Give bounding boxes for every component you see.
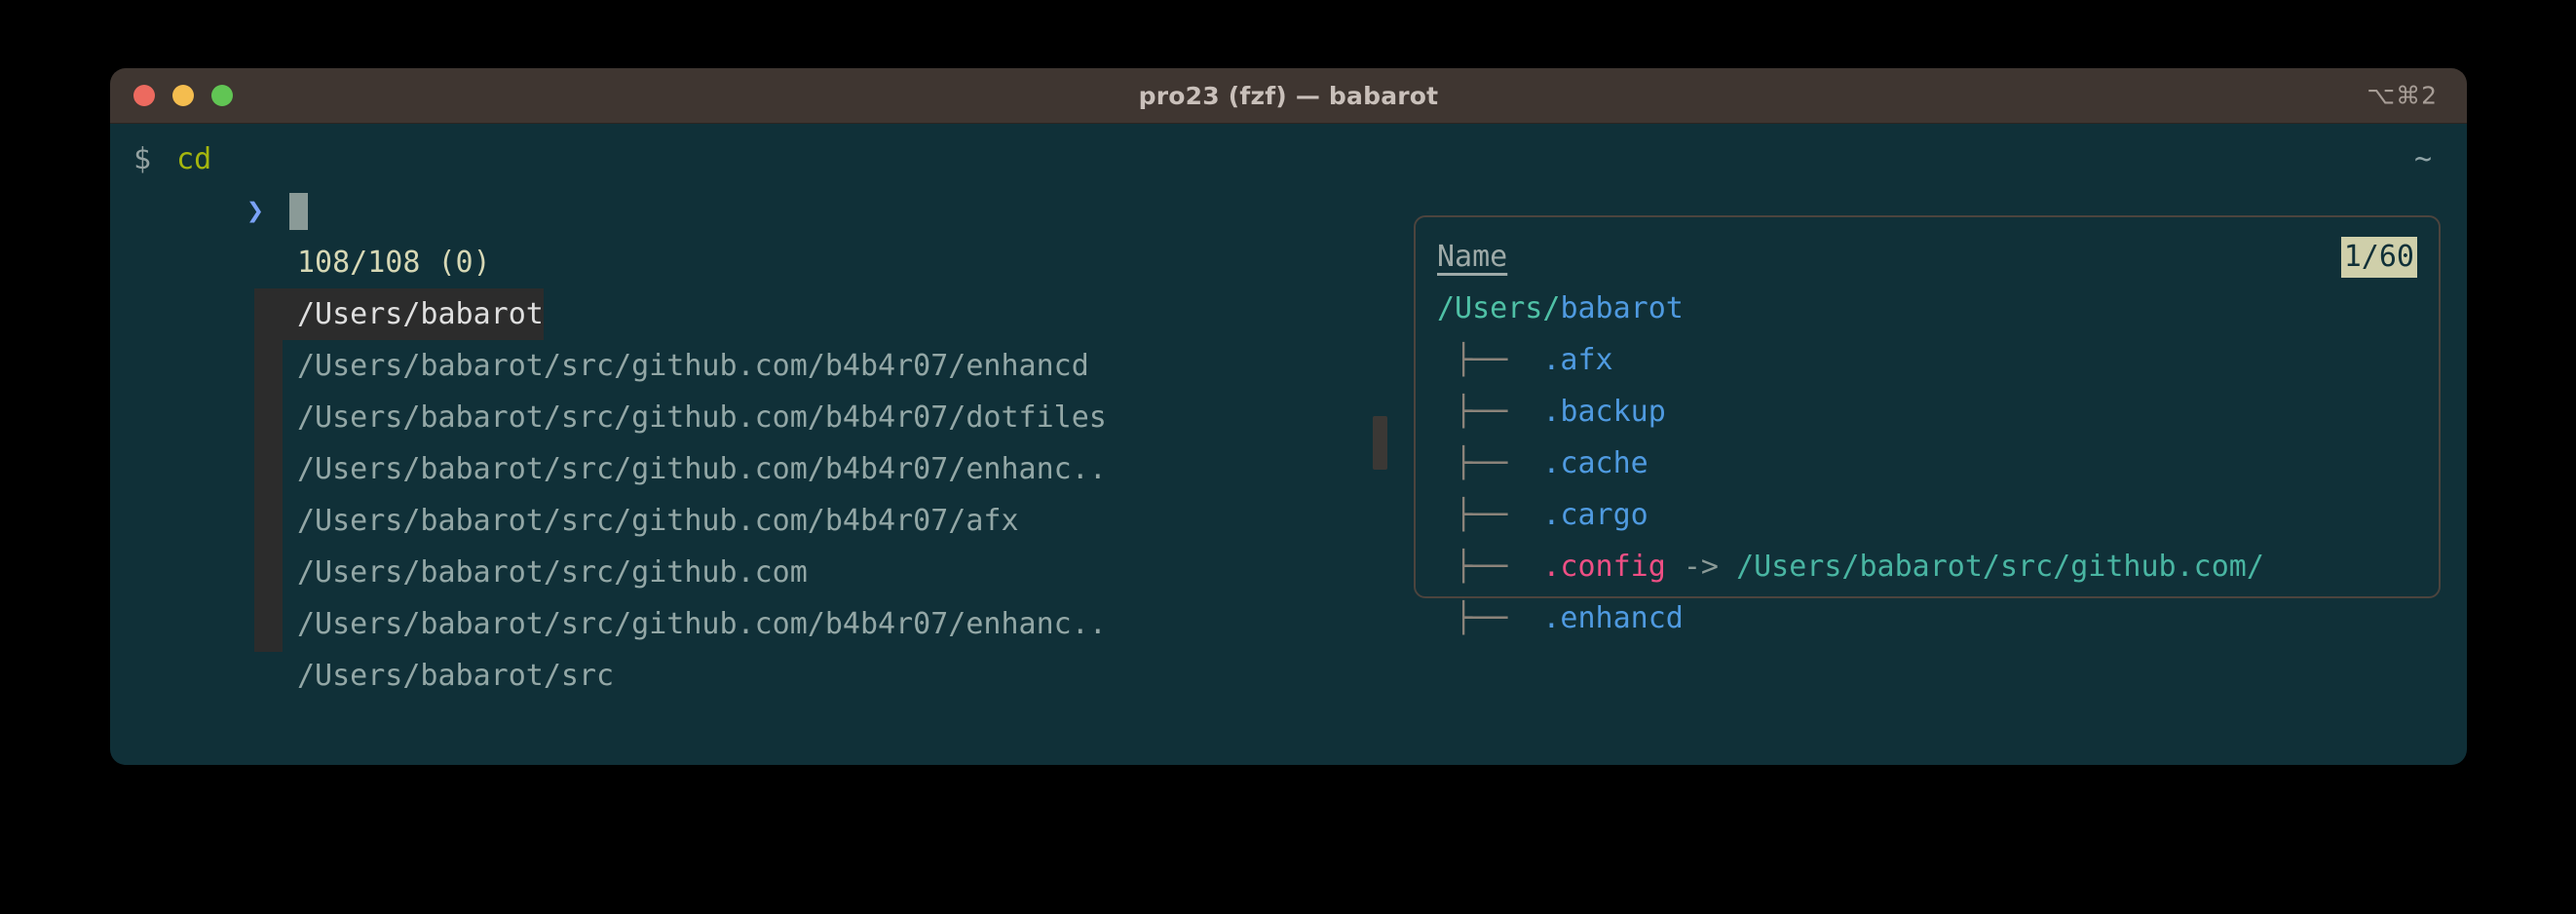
list-item-path: /Users/babarot/src/github.com <box>297 555 808 590</box>
list-item[interactable]: /Users/babarot/src/github.com/b4b4r07/do… <box>110 392 1347 443</box>
preview-position-badge: 1/60 <box>2340 236 2417 278</box>
shell-command-line: $ cd ~ <box>110 133 2467 185</box>
tree-root-name: babarot <box>1560 291 1684 325</box>
list-item[interactable]: /Users/babarot/src/github.com/b4b4r07/en… <box>110 443 1347 495</box>
tree-entry-name: .cargo <box>1542 498 1648 532</box>
terminal-body[interactable]: $ cd ~ ❯ 108/108 (0) ▶/Users/babarot/Use… <box>110 124 2467 765</box>
list-item-path: /Users/babarot/src/github.com/b4b4r07/en… <box>297 607 1107 641</box>
list-item-path: /Users/babarot <box>254 288 544 340</box>
screen: pro23 (fzf) — babarot ⌥⌘2 $ cd ~ ❯ 108/1… <box>0 0 2576 914</box>
tree-root-prefix: /Users/ <box>1437 291 1561 325</box>
tree-branch-icon: ├── <box>1437 446 1543 480</box>
tree-entry: ├── .backup <box>1437 386 2417 438</box>
window-title: pro23 (fzf) — babarot <box>1138 81 1439 110</box>
tree-entry-name: .cache <box>1542 446 1648 480</box>
text-cursor <box>289 192 309 230</box>
list-item-path: /Users/babarot/src/github.com/b4b4r07/do… <box>297 400 1107 435</box>
list-item-path: /Users/babarot/src/github.com/b4b4r07/en… <box>297 452 1107 486</box>
tree-entry: ├── .cargo <box>1437 489 2417 541</box>
list-item-path: /Users/babarot/src/github.com/b4b4r07/en… <box>297 349 1089 383</box>
fzf-result-list[interactable]: ▶/Users/babarot/Users/babarot/src/github… <box>110 288 1347 702</box>
terminal-window: pro23 (fzf) — babarot ⌥⌘2 $ cd ~ ❯ 108/1… <box>110 68 2467 765</box>
tree-entry-name: .backup <box>1542 395 1666 429</box>
shell-prompt-sigil: $ <box>133 142 152 176</box>
tree-branch-icon: ├── <box>1437 601 1543 635</box>
tree-branch-icon: ├── <box>1437 550 1543 584</box>
tree-entry: ├── .config -> /Users/babarot/src/github… <box>1437 541 2417 592</box>
list-item-path: /Users/babarot/src <box>297 659 615 693</box>
preview-header: Name 1/60 <box>1437 231 2417 283</box>
tree-entry-name: .enhancd <box>1542 601 1684 635</box>
minimize-button[interactable] <box>172 85 194 106</box>
list-item-path: /Users/babarot/src/github.com/b4b4r07/af… <box>297 504 1019 538</box>
preview-column-header: Name <box>1437 240 1508 274</box>
tree-entry: ├── .enhancd <box>1437 592 2417 644</box>
list-item[interactable]: /Users/babarot/src/github.com/b4b4r07/af… <box>110 495 1347 547</box>
fzf-query-line[interactable]: ❯ <box>110 185 309 237</box>
symlink-arrow-icon: -> <box>1665 550 1737 584</box>
list-item[interactable]: ▶/Users/babarot <box>110 288 1347 340</box>
window-shortcut-hint: ⌥⌘2 <box>2367 81 2438 110</box>
list-item[interactable]: /Users/babarot/src/github.com/b4b4r07/en… <box>110 340 1347 392</box>
tree-root: /Users/babarot <box>1437 283 2417 334</box>
tree-entry-name: .afx <box>1542 343 1613 377</box>
symlink-target-path: /Users/babarot/src/github.com/ <box>1736 550 2264 584</box>
list-item[interactable]: /Users/babarot/src <box>110 650 1347 702</box>
tree-branch-icon: ├── <box>1437 395 1543 429</box>
tree-branch-icon: ├── <box>1437 343 1543 377</box>
maximize-button[interactable] <box>211 85 233 106</box>
traffic-lights <box>133 85 233 106</box>
shell-command: cd <box>176 142 212 176</box>
tree-entry: ├── .afx <box>1437 334 2417 386</box>
tree-entry-name: .config <box>1542 550 1666 584</box>
tree-entry: ├── .cache <box>1437 438 2417 489</box>
fzf-prompt-icon: ❯ <box>246 194 265 228</box>
title-bar: pro23 (fzf) — babarot ⌥⌘2 <box>110 68 2467 124</box>
shell-right-marker: ~ <box>2413 142 2432 176</box>
fzf-match-counter: 108/108 (0) <box>297 246 491 280</box>
list-item[interactable]: /Users/babarot/src/github.com/b4b4r07/en… <box>110 598 1347 650</box>
preview-pane: Name 1/60 /Users/babarot ├── .afx ├── .b… <box>1414 215 2441 635</box>
list-scrollbar-thumb[interactable] <box>1373 416 1387 470</box>
list-item[interactable]: /Users/babarot/src/github.com <box>110 547 1347 598</box>
preview-directory-tree: /Users/babarot ├── .afx ├── .backup ├── … <box>1437 283 2417 644</box>
tree-branch-icon: ├── <box>1437 498 1543 532</box>
close-button[interactable] <box>133 85 155 106</box>
